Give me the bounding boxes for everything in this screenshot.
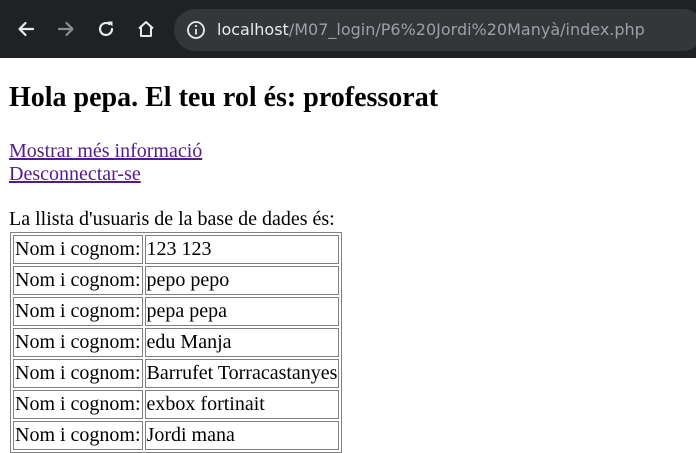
user-name-cell: 123 123 <box>144 235 340 264</box>
name-label-cell: Nom i cognom: <box>13 235 143 264</box>
reload-button[interactable] <box>94 17 118 41</box>
reload-icon <box>98 21 114 37</box>
name-label-cell: Nom i cognom: <box>13 328 143 357</box>
table-row: Nom i cognom: pepo pepo <box>13 266 340 295</box>
forward-button[interactable] <box>54 17 78 41</box>
table-row: Nom i cognom: Barrufet Torracastanyes <box>13 359 340 388</box>
browser-toolbar: localhost/M07_login/P6%20Jordi%20Manyà/i… <box>0 0 696 58</box>
users-list-intro: La llista d'usuaris de la base de dades … <box>9 208 335 230</box>
user-name-cell: edu Manja <box>144 328 340 357</box>
url-path: /M07_login/P6%20Jordi%20Manyà/index.php <box>288 20 645 39</box>
table-row: Nom i cognom: Jordi mana <box>13 421 340 450</box>
arrow-right-icon <box>57 21 74 37</box>
user-name-cell: pepa pepa <box>144 297 340 326</box>
home-button[interactable] <box>134 17 158 41</box>
user-name-cell: exbox fortinait <box>144 390 340 419</box>
logout-link[interactable]: Desconnectar-se <box>9 163 202 186</box>
home-icon <box>138 21 154 37</box>
name-label-cell: Nom i cognom: <box>13 297 143 326</box>
user-name-cell: Jordi mana <box>144 421 340 450</box>
address-bar[interactable]: localhost/M07_login/P6%20Jordi%20Manyà/i… <box>174 9 696 51</box>
table-row: Nom i cognom: exbox fortinait <box>13 390 340 419</box>
page-title: Hola pepa. El teu rol és: professorat <box>9 82 439 113</box>
user-name-cell: Barrufet Torracastanyes <box>144 359 340 388</box>
more-info-link[interactable]: Mostrar més informació <box>9 140 202 163</box>
user-name-cell: pepo pepo <box>144 266 340 295</box>
url-text[interactable]: localhost/M07_login/P6%20Jordi%20Manyà/i… <box>217 19 645 41</box>
table-row: Nom i cognom: pepa pepa <box>13 297 340 326</box>
name-label-cell: Nom i cognom: <box>13 421 143 450</box>
back-button[interactable] <box>14 17 38 41</box>
arrow-left-icon <box>18 21 35 37</box>
users-table: Nom i cognom: 123 123 Nom i cognom: pepo… <box>10 232 343 453</box>
name-label-cell: Nom i cognom: <box>13 359 143 388</box>
action-links: Mostrar més informació Desconnectar-se <box>9 140 202 186</box>
table-row: Nom i cognom: edu Manja <box>13 328 340 357</box>
name-label-cell: Nom i cognom: <box>13 390 143 419</box>
url-host: localhost <box>217 20 289 39</box>
info-icon[interactable] <box>186 20 206 40</box>
table-row: Nom i cognom: 123 123 <box>13 235 340 264</box>
name-label-cell: Nom i cognom: <box>13 266 143 295</box>
